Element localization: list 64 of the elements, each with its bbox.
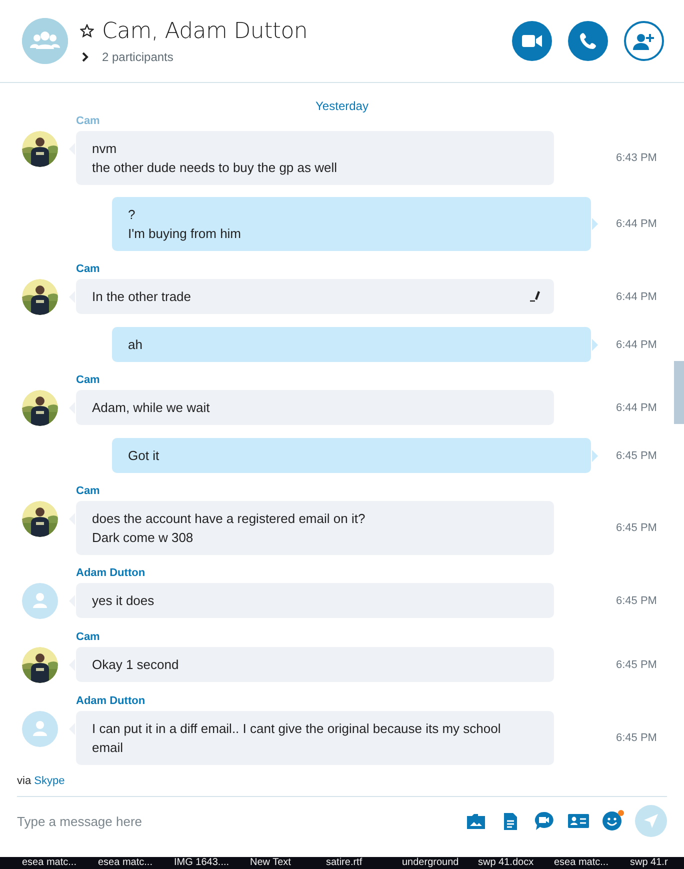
taskbar-item[interactable]: esea matc...	[554, 857, 630, 869]
emoji-icon	[602, 811, 622, 831]
message-text: does the account have a registered email on it?	[92, 510, 366, 528]
sender-name: Cam	[76, 485, 101, 499]
taskbar-item[interactable]: IMG 1643....	[174, 857, 250, 869]
sender-name: Cam	[76, 115, 101, 129]
conversation-title: Cam, Adam Dutton	[102, 18, 308, 44]
message-text: In the other trade	[92, 288, 192, 306]
message-text: the other dude needs to buy the gp as well	[92, 159, 338, 177]
via-label: via	[17, 775, 32, 787]
sender-name: Adam Dutton	[76, 567, 146, 581]
message-time: 6:45 PM	[615, 595, 658, 607]
emoji-button[interactable]	[601, 810, 623, 832]
default-avatar	[22, 583, 58, 619]
add-person-icon	[633, 32, 655, 50]
taskbar-item[interactable]: swp 41.r	[630, 857, 684, 869]
contact-card-icon	[568, 813, 588, 829]
audio-call-button[interactable]	[568, 21, 608, 61]
image-folder-icon	[466, 812, 486, 830]
default-avatar	[22, 711, 58, 747]
message-time: 6:45 PM	[615, 522, 658, 534]
message-text: ?	[128, 206, 136, 224]
message-text: I'm buying from him	[128, 225, 242, 243]
message-time: 6:45 PM	[615, 732, 658, 744]
scrollbar-thumb[interactable]	[674, 361, 684, 424]
video-call-button[interactable]	[512, 21, 552, 61]
message-time: 6:44 PM	[615, 402, 658, 414]
participant-count[interactable]: 2 participants	[102, 50, 174, 64]
document-icon	[502, 812, 518, 830]
send-icon	[643, 813, 659, 829]
message-time: 6:43 PM	[615, 152, 658, 164]
video-camera-icon	[522, 34, 542, 48]
taskbar-item[interactable]: esea matc...	[98, 857, 174, 869]
taskbar-item[interactable]: underground	[402, 857, 478, 869]
date-separator: Yesterday	[316, 99, 368, 113]
star-icon[interactable]	[80, 24, 94, 38]
video-message-icon	[534, 811, 554, 831]
sender-name: Cam	[76, 631, 101, 645]
sender-name: Cam	[76, 374, 101, 388]
message-text: Adam, while we wait	[92, 399, 211, 417]
skype-link[interactable]: Skype	[34, 775, 65, 787]
group-avatar	[22, 18, 68, 64]
sender-name: Cam	[76, 263, 101, 277]
message-input[interactable]: Type a message here	[17, 814, 453, 828]
message-text: yes it does	[92, 592, 156, 610]
taskbar-item[interactable]: swp 41.docx	[478, 857, 554, 869]
message-text: I can put it in a diff email.. I cant give the original because its my school email	[92, 720, 502, 757]
message-time: 6:44 PM	[615, 218, 658, 230]
taskbar-item[interactable]: esea matc...	[22, 857, 98, 869]
message-time: 6:45 PM	[615, 659, 658, 671]
taskbar-item[interactable]: satire.rtf	[326, 857, 402, 869]
message-time: 6:45 PM	[615, 450, 658, 462]
message-text: ah	[128, 336, 144, 354]
add-participant-button[interactable]	[624, 21, 664, 61]
message-text: Okay 1 second	[92, 656, 180, 674]
phone-icon	[579, 32, 597, 50]
message-text: Dark come w 308	[92, 529, 194, 547]
message-text: nvm	[92, 140, 118, 158]
taskbar-item[interactable]: New Text	[250, 857, 326, 869]
message-time: 6:44 PM	[615, 338, 658, 350]
video-message-button[interactable]	[533, 810, 555, 832]
message-text: Got it	[128, 447, 160, 465]
sender-name: Adam Dutton	[76, 695, 146, 709]
message-time: 6:44 PM	[615, 291, 658, 303]
